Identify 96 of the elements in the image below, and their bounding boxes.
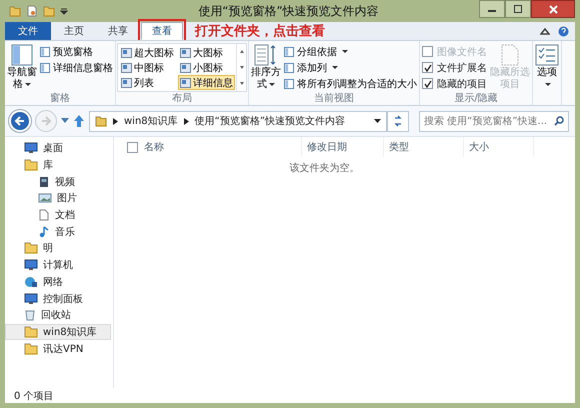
item-count: 0 个项目 xyxy=(14,390,54,402)
pane-icon xyxy=(284,62,294,72)
breadcrumb[interactable]: 使用“预览窗格”快速预览文件内容 xyxy=(194,114,346,128)
chevron-icon[interactable] xyxy=(184,118,189,124)
folder-icon xyxy=(24,326,38,338)
column-header[interactable]: 修改日期 xyxy=(302,137,384,157)
ribbon-button[interactable]: 分组依据 xyxy=(283,44,418,59)
nav-item[interactable]: 明 xyxy=(5,240,111,257)
folder-icon xyxy=(24,242,38,254)
column-header[interactable]: 类型 xyxy=(384,137,464,157)
layout-option[interactable]: 中图标 xyxy=(119,60,176,75)
nav-item[interactable]: 桌面 xyxy=(5,140,111,157)
checkbox-option[interactable]: 隐藏的项目 xyxy=(421,76,488,91)
checkbox[interactable] xyxy=(422,78,433,89)
ribbon-tab[interactable]: 文件 xyxy=(5,22,51,40)
layout-option[interactable]: 列表 xyxy=(119,75,176,90)
options-icon xyxy=(535,44,559,66)
folder-icon xyxy=(24,342,38,355)
folder-icon xyxy=(95,115,107,127)
view-icon xyxy=(180,48,191,58)
pane-icon xyxy=(284,78,294,88)
view-icon xyxy=(121,62,132,72)
layout-option[interactable]: 小图标 xyxy=(178,60,235,75)
checkbox[interactable] xyxy=(127,142,138,152)
ribbon-button[interactable]: 预览窗格 xyxy=(39,44,114,59)
pane-icon xyxy=(40,62,50,72)
bin-icon xyxy=(24,309,36,322)
arrow-icon xyxy=(40,115,52,127)
nav-item[interactable]: 网络 xyxy=(5,274,111,290)
image-icon xyxy=(38,192,52,204)
nav-item[interactable]: win8知识库 xyxy=(5,324,111,340)
view-icon xyxy=(121,78,132,88)
close-icon xyxy=(548,4,558,14)
note-icon xyxy=(38,226,50,238)
monitor-icon xyxy=(24,259,38,272)
maximize-button[interactable] xyxy=(505,0,531,18)
page-icon[interactable] xyxy=(26,5,38,17)
ribbon-tab[interactable]: 查看 xyxy=(141,22,183,40)
collapse-icon[interactable] xyxy=(540,27,550,35)
layout-option[interactable]: 详细信息 xyxy=(178,75,235,90)
ribbon-button[interactable]: 详细信息窗格 xyxy=(39,60,114,75)
folder-icon xyxy=(24,159,38,172)
nav-item[interactable]: 图片 xyxy=(5,190,111,207)
nav-item[interactable]: 回收站 xyxy=(5,306,111,324)
caret-icon[interactable] xyxy=(374,118,381,124)
nav-item[interactable]: 讯达VPN xyxy=(5,340,111,357)
nav-item[interactable]: 计算机 xyxy=(5,256,111,274)
chevron-icon[interactable] xyxy=(113,118,118,124)
pane-icon xyxy=(11,44,33,66)
nav-item[interactable]: 控制面板 xyxy=(5,290,111,307)
refresh-icon xyxy=(392,115,404,127)
breadcrumb[interactable]: win8知识库 xyxy=(124,114,178,128)
nav-item[interactable]: 音乐 xyxy=(5,223,111,240)
ribbon-tab[interactable]: 共享 xyxy=(97,22,139,40)
column-header[interactable]: 大小 xyxy=(464,137,534,157)
caret-icon[interactable] xyxy=(60,7,68,15)
page-icon xyxy=(38,209,50,222)
ribbon-button[interactable]: 添加列 xyxy=(283,60,418,75)
ribbon-button[interactable]: 选项 xyxy=(534,43,560,105)
film-icon xyxy=(38,176,50,188)
layout-option[interactable]: 大图标 xyxy=(178,45,235,60)
gallery-scrollbar[interactable] xyxy=(236,44,246,91)
refresh-button[interactable] xyxy=(387,110,409,132)
window-title: 使用“预览窗格”快速预览文件内容 xyxy=(197,2,380,20)
nav-item[interactable]: 库 xyxy=(5,156,111,174)
pane-icon xyxy=(40,46,50,56)
monitor-icon xyxy=(24,292,38,305)
view-icon xyxy=(121,48,132,58)
close-button[interactable] xyxy=(531,0,575,18)
ribbon-tab[interactable]: 主页 xyxy=(53,22,95,40)
page-icon xyxy=(500,44,520,66)
view-icon xyxy=(180,62,191,72)
column-header[interactable]: 名称 xyxy=(122,137,302,157)
maximize-icon xyxy=(514,5,522,13)
help-icon[interactable] xyxy=(558,26,569,36)
view-icon xyxy=(180,78,191,88)
ribbon-button[interactable]: 排序方式 xyxy=(250,43,282,93)
minimize-button[interactable] xyxy=(479,0,505,18)
address-bar[interactable]: win8知识库 使用“预览窗格”快速预览文件内容 xyxy=(89,110,387,132)
pane-icon xyxy=(284,46,294,56)
arrow-icon xyxy=(14,115,26,127)
annotation-text: 打开文件夹，点击查看 xyxy=(195,22,325,40)
ribbon-button[interactable]: 导航窗格 xyxy=(6,43,38,93)
nav-item[interactable]: 视频 xyxy=(5,173,111,190)
globe-icon xyxy=(24,276,38,288)
monitor-icon xyxy=(24,142,38,154)
sort-icon xyxy=(254,44,278,66)
checkbox-option[interactable]: 文件扩展名 xyxy=(421,60,488,75)
ribbon-button[interactable]: 将所有列调整为合适的大小 xyxy=(283,76,418,91)
empty-message: 该文件夹为空。 xyxy=(288,162,360,175)
layout-option[interactable]: 超大图标 xyxy=(119,45,176,60)
back-button[interactable] xyxy=(9,110,31,132)
up-arrow-icon[interactable] xyxy=(73,114,85,128)
checkbox[interactable] xyxy=(422,62,433,73)
nav-item[interactable]: 文档 xyxy=(5,206,111,224)
search-icon xyxy=(554,116,564,126)
